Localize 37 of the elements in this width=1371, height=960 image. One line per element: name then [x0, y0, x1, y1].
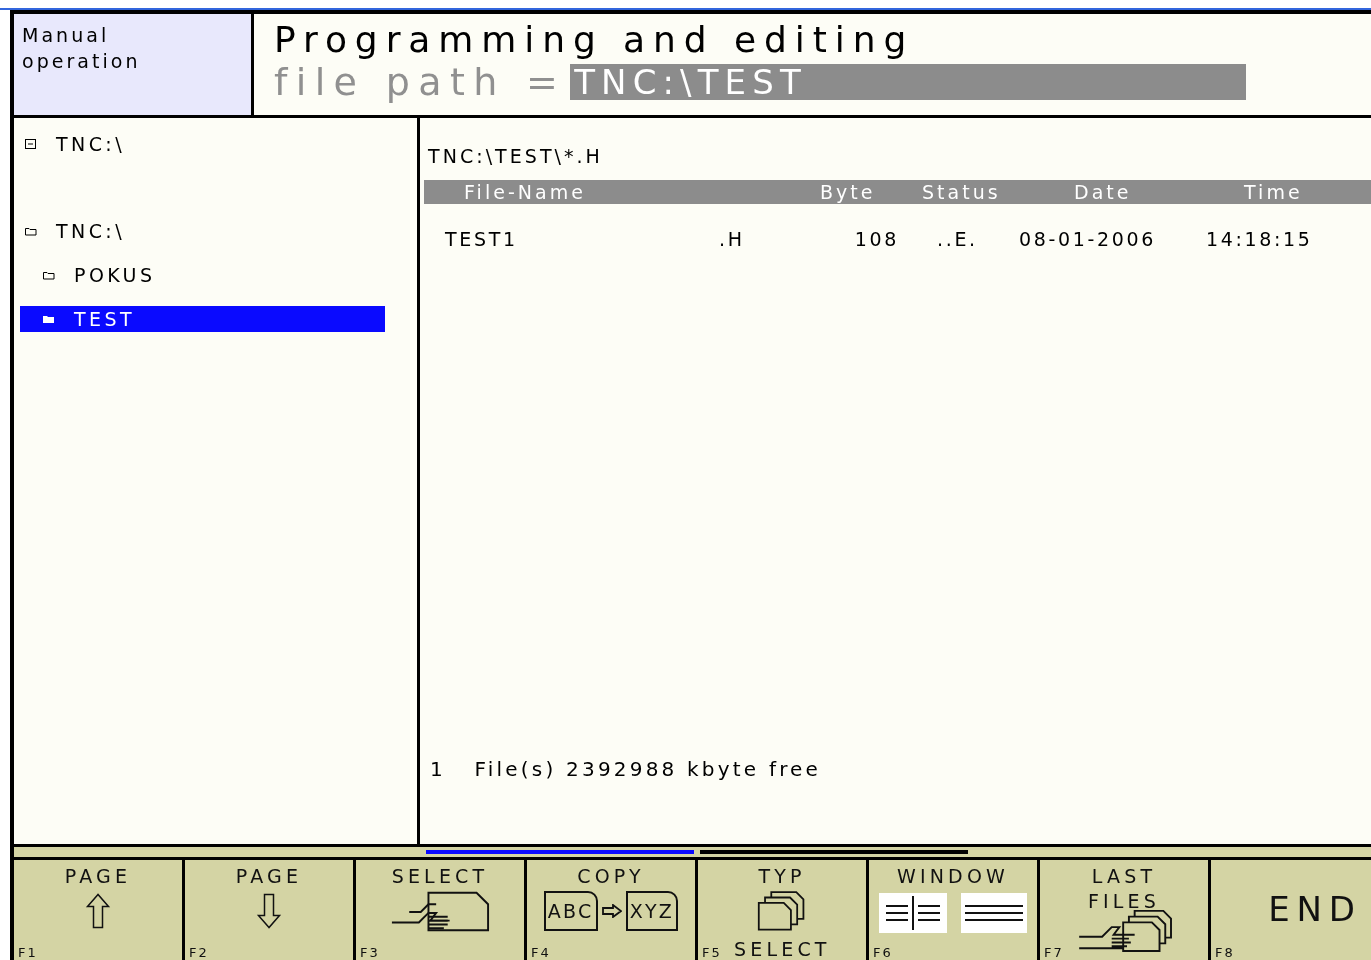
- function-key-label: F4: [531, 946, 551, 960]
- function-key-label: F2: [189, 946, 209, 960]
- file-filter-path: TNC:\TEST\*.H: [428, 144, 604, 169]
- mode-label: Manual operation: [22, 23, 142, 74]
- folder-icon: [24, 225, 38, 237]
- folder-item[interactable]: TEST: [20, 306, 385, 332]
- function-key-label: F1: [18, 946, 38, 960]
- screen-title: Programming and editing: [274, 18, 916, 62]
- path-label: file path =: [274, 62, 567, 102]
- table-cell-text: 108: [853, 226, 899, 252]
- table-cell-text: .H: [719, 226, 746, 252]
- function-key-label: F6: [873, 946, 893, 960]
- folder-icon: [42, 269, 56, 281]
- function-key-label: F5: [702, 946, 722, 960]
- drive-icon: [24, 138, 38, 150]
- document-icon: XYZ: [625, 891, 679, 931]
- single-window-icon: [961, 893, 1027, 933]
- document-icon: ABC: [543, 891, 598, 931]
- function-key-label: F8: [1215, 946, 1235, 960]
- folder-item[interactable]: POKUS: [20, 262, 385, 288]
- folder-item[interactable]: TNC:\: [20, 218, 385, 244]
- table-header: File-Name Byte Status Date Time: [424, 180, 1371, 204]
- table-cell-text: 08-01-2006: [1019, 226, 1158, 252]
- right-arrow-icon: [601, 904, 622, 918]
- disk-summary: 1 File(s) 2392988 kbyte free: [430, 756, 823, 783]
- stacked-documents-icon: [757, 889, 807, 931]
- path-field: TNC:\TEST: [570, 64, 1247, 100]
- table-cell-text: 14:18:15: [1206, 226, 1313, 252]
- table-cell-text: ..E.: [937, 226, 979, 252]
- drive-label[interactable]: TNC:\: [56, 129, 125, 159]
- folder-icon: [42, 313, 56, 325]
- softkey-label: SELECT: [734, 938, 831, 960]
- table-cell-text: TEST1: [444, 226, 519, 252]
- split-window-icon: [879, 893, 947, 933]
- hand-pointing-document-icon: [390, 889, 490, 933]
- function-key-label: F7: [1044, 946, 1064, 960]
- function-key-label: F3: [360, 946, 380, 960]
